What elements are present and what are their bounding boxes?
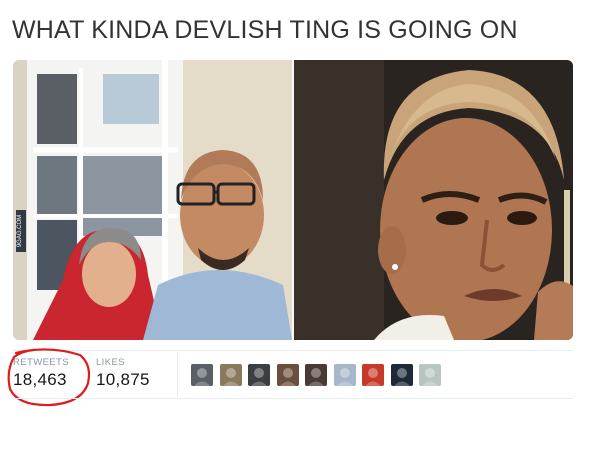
man-suspicious-look-photo[interactable] [294,60,573,340]
stats-separator [177,352,178,396]
liker-avatar[interactable] [419,364,441,386]
liker-avatar[interactable] [219,364,242,386]
retweets-count: 18,463 [13,370,67,389]
tweet-text: WHAT KINDA DEVLISH TING IS GOING ON [12,16,518,44]
couple-selfie-photo[interactable]: 9GAG.COM [13,60,292,340]
liker-avatar[interactable] [362,364,384,386]
retweets-label: RETWEETS [13,357,69,368]
watermark-9gag: 9GAG.COM [17,215,23,247]
stats-divider-top [13,350,573,351]
likes-label: LIKES [96,357,125,368]
liker-avatar[interactable] [248,364,270,386]
likes-count: 10,875 [96,370,150,389]
stats-divider-bottom [13,398,573,399]
liker-avatar[interactable] [390,364,413,386]
liker-avatar[interactable] [276,364,299,386]
media-card[interactable]: 9GAG.COM [13,60,573,340]
liker-avatar[interactable] [305,364,327,386]
liker-avatar[interactable] [333,364,356,386]
liker-avatar[interactable] [191,364,213,386]
retweets-stat[interactable]: RETWEETS 18,463 [13,357,69,390]
likes-stat[interactable]: LIKES 10,875 [96,357,150,390]
